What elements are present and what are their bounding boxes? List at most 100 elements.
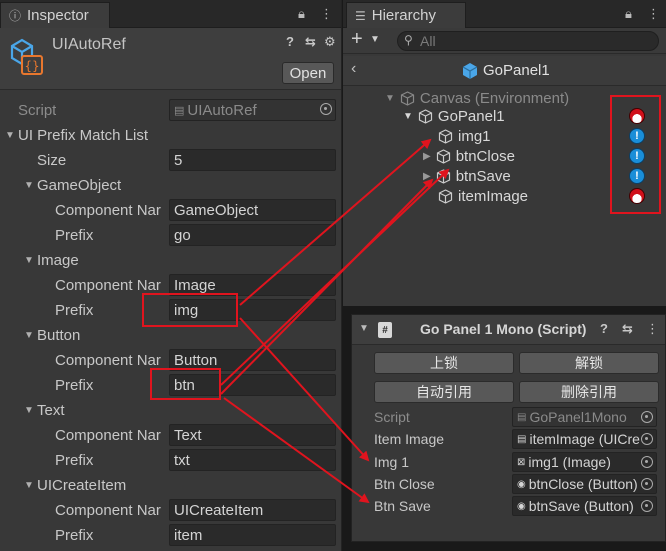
foldout-open-icon[interactable]: ▼	[5, 130, 15, 141]
hierarchy-row-itemimage[interactable]: itemImage	[438, 186, 528, 206]
component-name-label: Component Nar	[55, 351, 161, 369]
highlight-box	[150, 368, 221, 400]
search-placeholder: All	[420, 33, 436, 49]
help-icon[interactable]: ?	[600, 321, 608, 336]
btnsave-field[interactable]: ◉ btnSave (Button)	[512, 496, 657, 516]
foldout-open-icon[interactable]: ▼	[24, 180, 34, 191]
back-chevron-icon[interactable]: ‹	[351, 60, 356, 78]
group-name: UICreateItem	[37, 476, 127, 494]
lock-icon[interactable]: 🔒︎	[625, 6, 640, 22]
size-label: Size	[37, 151, 67, 169]
foldout-open-icon[interactable]: ▼	[24, 405, 34, 416]
help-icon[interactable]: ?	[286, 34, 294, 49]
img1-field[interactable]: ⊠ img1 (Image)	[512, 452, 657, 472]
open-button[interactable]: Open	[282, 62, 334, 84]
foldout-closed-icon[interactable]: ▶	[423, 171, 431, 182]
prefix-label: Prefix	[55, 301, 94, 319]
prefix-field[interactable]: txt	[169, 449, 336, 471]
btnclose-field[interactable]: ◉ btnClose (Button)	[512, 474, 657, 494]
component-name-row: Component Nar UICreateItem	[0, 499, 341, 521]
size-field[interactable]: 5	[169, 149, 336, 171]
group-name: Button	[37, 326, 81, 344]
component-name-row: Component Nar Text	[0, 424, 341, 446]
script-file-icon: ▤	[174, 104, 185, 117]
prefix-label: Prefix	[55, 226, 94, 244]
unlock-button[interactable]: 解锁	[519, 352, 659, 374]
field-label: Script	[374, 409, 410, 425]
script-label: Script	[18, 101, 57, 119]
hierarchy-row-gopanel[interactable]: ▼ GoPanel1	[403, 106, 505, 126]
kebab-menu-icon[interactable]: ⋮	[646, 321, 659, 337]
object-picker-icon[interactable]	[641, 478, 653, 490]
field-label: Btn Close	[374, 476, 435, 492]
foldout-open-icon[interactable]: ▼	[385, 93, 395, 104]
delete-ref-button[interactable]: 删除引用	[519, 381, 659, 403]
gameobject-cube-icon	[438, 188, 453, 204]
lock-button[interactable]: 上锁	[374, 352, 514, 374]
component-name-label: Component Nar	[55, 426, 161, 444]
tab-inspector-label: Inspector	[27, 7, 89, 24]
field-label: Img 1	[374, 454, 410, 470]
size-row: Size 5	[0, 149, 341, 171]
search-input[interactable]: ⚲ All	[397, 31, 659, 51]
tab-hierarchy[interactable]: ☰ Hierarchy	[346, 2, 466, 28]
component-name-field[interactable]: GameObject	[169, 199, 336, 221]
auto-ref-button[interactable]: 自动引用	[374, 381, 514, 403]
prefix-field[interactable]: go	[169, 224, 336, 246]
tab-inspector[interactable]: ⓘ Inspector	[0, 2, 110, 28]
object-picker-icon[interactable]	[641, 500, 653, 512]
script-field[interactable]: ▤ GoPanel1Mono	[512, 407, 657, 427]
foldout-closed-icon[interactable]: ▶	[423, 151, 431, 162]
hierarchy-row-img1[interactable]: img1	[438, 126, 491, 146]
group-foldout[interactable]: ▼ Image	[0, 250, 341, 270]
hierarchy-row-canvas[interactable]: ▼ Canvas (Environment)	[385, 88, 569, 108]
info-icon: ⓘ	[9, 9, 22, 23]
hierarchy-row-btnclose[interactable]: ▶ btnClose	[423, 146, 515, 166]
preset-icon[interactable]: ⇆	[622, 321, 633, 337]
prefix-field[interactable]: item	[169, 524, 336, 546]
group-foldout[interactable]: ▼ UICreateItem	[0, 475, 341, 495]
field-value: GoPanel1Mono	[529, 409, 627, 425]
chevron-down-icon[interactable]: ▼	[370, 34, 380, 45]
object-picker-icon[interactable]	[641, 433, 653, 445]
inspector-panel: ⓘ Inspector 🔒︎ ⋮ {} UIAutoRef ? ⇆ ⚙ Open…	[0, 0, 342, 551]
component-name-row: Component Nar GameObject	[0, 199, 341, 221]
component-name-field[interactable]: UICreateItem	[169, 499, 336, 521]
component-name-field[interactable]: Text	[169, 424, 336, 446]
list-icon: ☰	[355, 8, 366, 23]
script-field[interactable]: ▤ UIAutoRef	[169, 99, 336, 121]
component-name-row: Component Nar Image	[0, 274, 341, 296]
prefix-label: Prefix	[55, 526, 94, 544]
hierarchy-row-btnsave[interactable]: ▶ btnSave	[423, 166, 511, 186]
foldout-open-icon[interactable]: ▼	[359, 323, 369, 334]
foldout-open-icon[interactable]: ▼	[24, 480, 34, 491]
component-title: UIAutoRef	[52, 36, 126, 53]
field-row-item-image: Item Image	[374, 429, 444, 449]
breadcrumb: ‹ GoPanel1	[343, 56, 666, 86]
inspector-tabbar: ⓘ Inspector 🔒︎ ⋮	[0, 0, 341, 28]
component-name-row: Component Nar Button	[0, 349, 341, 371]
preset-icon[interactable]: ⇆	[305, 34, 316, 50]
highlight-box	[142, 293, 238, 327]
group-foldout[interactable]: ▼ Text	[0, 400, 341, 420]
kebab-menu-icon[interactable]: ⋮	[647, 6, 666, 22]
kebab-menu-icon[interactable]: ⋮	[320, 6, 341, 22]
foldout-open-icon[interactable]: ▼	[403, 111, 413, 122]
mono-component-panel: ▼ # Go Panel 1 Mono (Script) ? ⇆ ⋮ 上锁 解锁…	[343, 310, 666, 551]
item-image-field[interactable]: ▤ itemImage (UICre	[512, 429, 657, 449]
gear-icon[interactable]: ⚙	[324, 34, 336, 50]
prefix-row: Prefix txt	[0, 449, 341, 471]
group-foldout[interactable]: ▼ Button	[0, 325, 341, 345]
group-name: Image	[37, 251, 79, 269]
group-foldout[interactable]: ▼ GameObject	[0, 175, 341, 195]
foldout-open-icon[interactable]: ▼	[24, 255, 34, 266]
add-icon[interactable]: +	[351, 28, 363, 51]
object-picker-icon[interactable]	[641, 456, 653, 468]
prefix-list-foldout[interactable]: ▼ UI Prefix Match List	[0, 125, 341, 145]
svg-text:{}: {}	[24, 59, 39, 73]
object-picker-icon[interactable]	[641, 411, 653, 423]
gameobject-cube-icon	[436, 148, 450, 164]
lock-icon[interactable]: 🔒︎	[298, 6, 313, 22]
foldout-open-icon[interactable]: ▼	[24, 330, 34, 341]
object-picker-icon[interactable]	[320, 103, 332, 115]
